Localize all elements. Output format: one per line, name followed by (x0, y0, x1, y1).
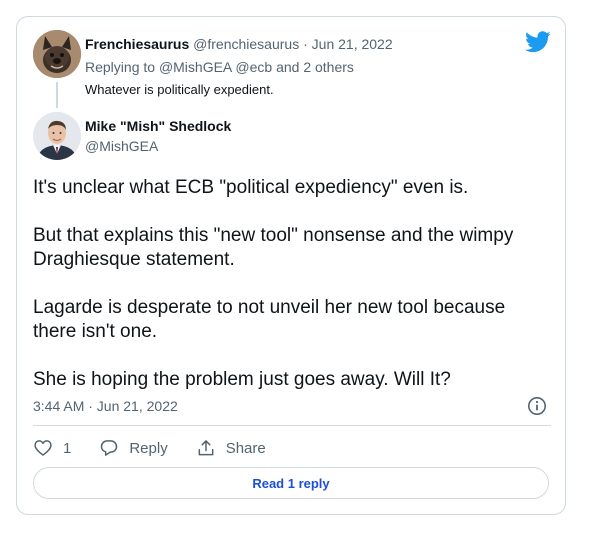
info-icon[interactable] (527, 396, 547, 416)
tweet-paragraph: Lagarde is desperate to not unveil her n… (33, 297, 506, 342)
tweet-embed-card: Frenchiesaurus @frenchiesaurus · Jun 21,… (16, 16, 566, 515)
avatar[interactable] (33, 112, 81, 160)
divider (33, 425, 551, 426)
tweet-paragraph: It's unclear what ECB "political expedie… (33, 177, 469, 198)
parent-tweet-header: Frenchiesaurus @frenchiesaurus · Jun 21,… (85, 36, 393, 52)
reply-button[interactable]: Reply (99, 438, 168, 458)
author-handle[interactable]: @frenchiesaurus (193, 36, 299, 52)
replying-prefix: Replying to (85, 59, 156, 75)
share-label: Share (225, 439, 266, 457)
thread-line (56, 82, 58, 108)
replying-to-line: Replying to @MishGEA @ecb and 2 others (85, 59, 354, 75)
reply-label: Reply (129, 439, 168, 457)
share-upload-icon (198, 440, 214, 456)
tweet-paragraph: She is hoping the problem just goes away… (33, 369, 451, 390)
tweet-paragraph: But that explains this "new tool" nonsen… (33, 225, 514, 270)
separator: · (303, 36, 308, 52)
reply-bubble-icon (101, 440, 118, 456)
like-count: 1 (63, 439, 72, 457)
like-button[interactable]: 1 (33, 438, 71, 458)
twitter-bird-icon[interactable] (525, 31, 551, 53)
replying-to-mentions[interactable]: @MishGEA @ecb (159, 59, 272, 75)
share-button[interactable]: Share (196, 438, 266, 458)
author-name[interactable]: Frenchiesaurus (85, 36, 189, 52)
avatar[interactable] (33, 30, 81, 78)
tweet-text: It's unclear what ECB "political expedie… (33, 176, 553, 392)
tweet-actions: 1 Reply Share (33, 436, 294, 460)
tweet-timestamp[interactable]: 3:44 AM · Jun 21, 2022 (33, 398, 178, 414)
heart-icon (34, 440, 52, 456)
read-replies-button[interactable]: Read 1 reply (33, 467, 549, 499)
author-name[interactable]: Mike "Mish" Shedlock (85, 118, 231, 134)
tweet-date[interactable]: Jun 21, 2022 (312, 36, 393, 52)
author-handle[interactable]: @MishGEA (85, 138, 158, 154)
parent-tweet-text: Whatever is politically expedient. (85, 82, 274, 97)
profile-photo-image (33, 112, 81, 160)
french-bulldog-avatar-image (33, 30, 81, 78)
replying-suffix[interactable]: and 2 others (276, 59, 354, 75)
